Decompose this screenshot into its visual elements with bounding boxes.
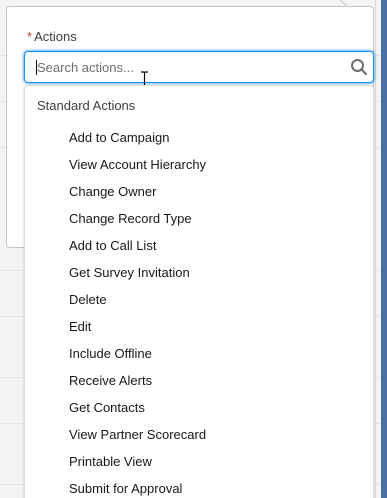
- option-delete[interactable]: Delete: [25, 286, 373, 313]
- option-view-partner-scorecard[interactable]: View Partner Scorecard: [25, 421, 373, 448]
- option-view-account-hierarchy[interactable]: View Account Hierarchy: [25, 151, 373, 178]
- actions-field-label: * Actions: [27, 29, 77, 45]
- search-box[interactable]: [24, 51, 374, 83]
- side-panel-edge: [381, 0, 387, 498]
- actions-dropdown[interactable]: Standard Actions Add to Campaign View Ac…: [24, 85, 374, 498]
- option-receive-alerts[interactable]: Receive Alerts: [25, 367, 373, 394]
- option-include-offline[interactable]: Include Offline: [25, 340, 373, 367]
- background-divider: [375, 0, 376, 498]
- option-get-survey-invitation[interactable]: Get Survey Invitation: [25, 259, 373, 286]
- option-add-to-campaign[interactable]: Add to Campaign: [25, 124, 373, 151]
- search-icon[interactable]: [350, 58, 368, 76]
- option-submit-for-approval[interactable]: Submit for Approval: [25, 475, 373, 498]
- field-label-text: Actions: [34, 29, 77, 44]
- option-change-owner[interactable]: Change Owner: [25, 178, 373, 205]
- option-edit[interactable]: Edit: [25, 313, 373, 340]
- option-get-contacts[interactable]: Get Contacts: [25, 394, 373, 421]
- search-input[interactable]: [37, 52, 337, 82]
- option-add-to-call-list[interactable]: Add to Call List: [25, 232, 373, 259]
- action-options-list: Add to Campaign View Account Hierarchy C…: [25, 124, 373, 498]
- option-printable-view[interactable]: Printable View: [25, 448, 373, 475]
- group-header-standard-actions: Standard Actions: [37, 98, 136, 113]
- required-indicator: *: [27, 29, 33, 44]
- option-change-record-type[interactable]: Change Record Type: [25, 205, 373, 232]
- text-caret: [36, 60, 37, 75]
